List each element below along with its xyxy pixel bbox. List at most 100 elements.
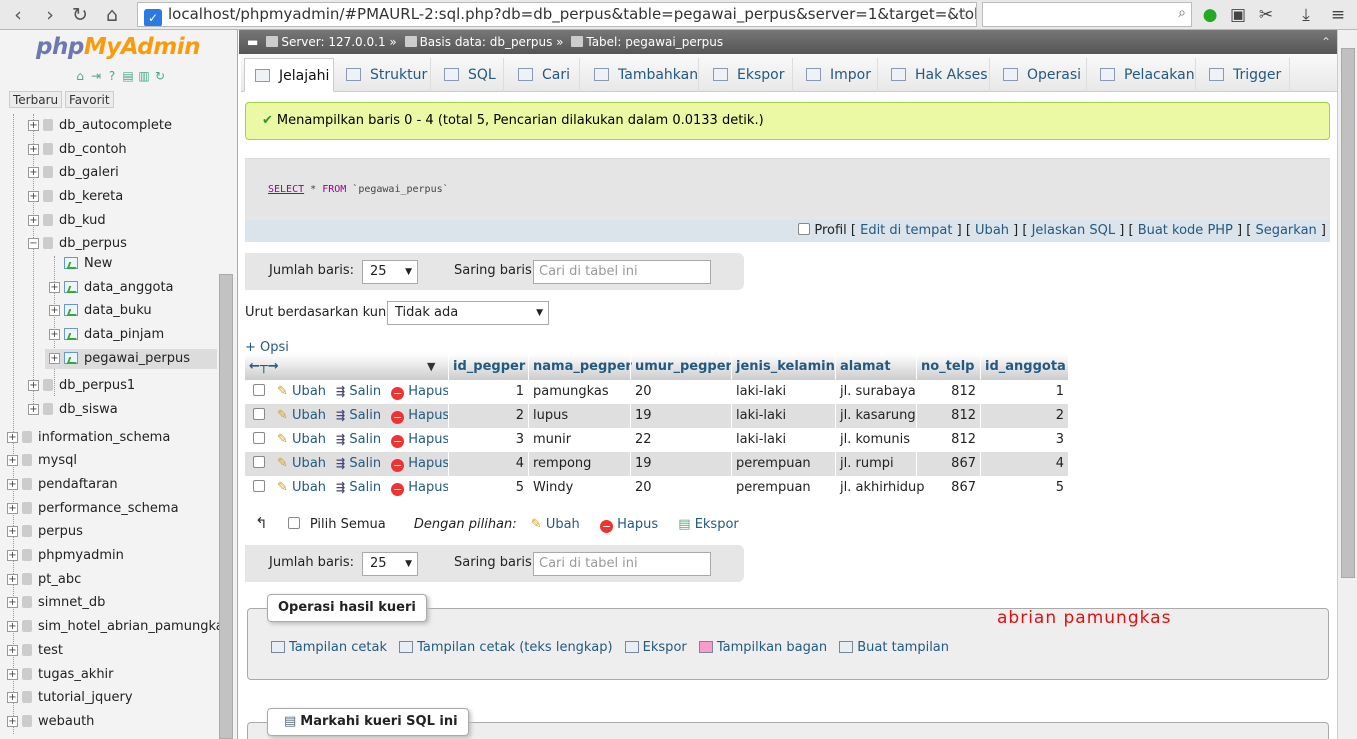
refresh-link[interactable]: Segarkan (1255, 223, 1316, 238)
download-icon[interactable]: ⤓ (1294, 3, 1318, 27)
db-item[interactable]: + mysql (7, 451, 77, 471)
sort-key-select[interactable]: Tidak ada (387, 301, 549, 325)
table-cell[interactable]: rempong (528, 452, 630, 476)
sidebar-scrollbar[interactable] (219, 274, 233, 739)
db-item[interactable]: + phpmyadmin (7, 546, 124, 566)
rows-per-page-select[interactable]: 25 (362, 552, 418, 576)
table-cell[interactable]: munir (528, 428, 630, 452)
row-copy-button[interactable]: ⇶ Salin (336, 456, 381, 471)
scrollbar-thumb[interactable] (1341, 48, 1355, 578)
db-item[interactable]: + tugas_akhir (7, 665, 114, 685)
extension-icon[interactable]: ▣ (1226, 3, 1250, 27)
row-edit-button[interactable]: ✎ Ubah (277, 456, 326, 471)
row-edit-button[interactable]: ✎ Ubah (277, 480, 326, 495)
tab-triggers[interactable]: Trigger (1199, 58, 1290, 92)
row-copy-button[interactable]: ⇶ Salin (336, 408, 381, 423)
filter-rows-input[interactable]: Cari di tabel ini (533, 552, 711, 576)
tab-import[interactable]: Impor (796, 58, 878, 92)
db-item[interactable]: + test (7, 641, 63, 661)
table-item[interactable]: + data_buku (49, 301, 152, 321)
row-checkbox[interactable] (253, 384, 265, 396)
table-cell[interactable]: jl. akhirhidup (835, 476, 925, 500)
row-delete-button[interactable]: − Hapus (391, 480, 449, 496)
table-cell[interactable]: perempuan (731, 452, 835, 476)
column-header[interactable]: no_telp (916, 354, 980, 380)
db-item[interactable]: + pendaftaran (7, 475, 118, 495)
tab-sql[interactable]: SQL (434, 58, 504, 92)
bookmark-star-icon[interactable]: ⟨ ☆ (948, 3, 970, 26)
row-edit-button[interactable]: ✎ Ubah (277, 408, 326, 423)
forward-icon[interactable]: › (38, 3, 62, 27)
table-cell[interactable]: jl. kasarung (835, 404, 916, 428)
row-copy-button[interactable]: ⇶ Salin (336, 480, 381, 495)
back-icon[interactable]: ‹ (6, 3, 30, 27)
logout-icon[interactable]: ⇥ (88, 68, 104, 84)
column-header[interactable]: id_anggota (980, 354, 1068, 380)
table-cell[interactable]: Windy (528, 476, 630, 500)
export-link[interactable]: Ekspor (624, 640, 687, 655)
row-checkbox[interactable] (253, 432, 265, 444)
create-view-link[interactable]: Buat tampilan (839, 640, 949, 655)
crumb-server[interactable]: Server: 127.0.0.1 » (281, 35, 396, 49)
tab-export[interactable]: Ekspor (703, 58, 793, 92)
display-chart-link[interactable]: Tampilkan bagan (698, 640, 827, 655)
table-cell[interactable]: laki-laki (731, 380, 835, 404)
tab-structure[interactable]: Struktur (336, 58, 431, 92)
column-header[interactable]: nama_pegper (528, 354, 632, 380)
table-cell[interactable]: jl. rumpi (835, 452, 916, 476)
crumb-db[interactable]: Basis data: db_perpus » (420, 35, 564, 49)
table-cell[interactable]: 3 (448, 428, 528, 452)
tab-favorites[interactable]: Favorit (65, 91, 114, 108)
scissors-icon[interactable]: ✂ (1254, 3, 1278, 27)
check-all-checkbox[interactable] (287, 517, 300, 529)
row-delete-button[interactable]: − Hapus (391, 432, 449, 448)
tab-recent[interactable]: Terbaru (9, 91, 63, 108)
tab-search[interactable]: Cari (508, 58, 580, 92)
db-item[interactable]: + db_autocomplete (28, 116, 172, 136)
db-item[interactable]: + pt_abc (7, 570, 81, 590)
db-item[interactable]: + db_siswa (28, 400, 118, 420)
table-cell[interactable]: 867 (916, 476, 980, 500)
row-delete-button[interactable]: − Hapus (391, 456, 449, 472)
table-cell[interactable]: lupus (528, 404, 630, 428)
tab-tracking[interactable]: Pelacakan (1090, 58, 1196, 92)
edit-inline-link[interactable]: Edit di tempat (860, 223, 952, 238)
table-item[interactable]: + data_anggota (49, 278, 174, 298)
db-item[interactable]: + db_galeri (28, 163, 119, 183)
db-item[interactable]: + db_contoh (28, 140, 127, 160)
rows-per-page-select[interactable]: 25 (362, 260, 418, 284)
db-item[interactable]: + information_schema (7, 428, 170, 448)
docs-icon[interactable]: ▤ (120, 68, 136, 84)
main-scrollbar[interactable] (1337, 30, 1357, 739)
create-php-link[interactable]: Buat kode PHP (1138, 223, 1233, 238)
table-cell[interactable]: 4 (448, 452, 528, 476)
crumb-table[interactable]: Tabel: pegawai_perpus (586, 35, 723, 49)
table-cell[interactable]: 5 (448, 476, 528, 500)
db-item[interactable]: + sim_hotel_abrian_pamungkas (7, 617, 230, 637)
tab-insert[interactable]: Tambahkan (584, 58, 699, 92)
column-header[interactable]: umur_pegper (630, 354, 732, 380)
tab-operations[interactable]: Operasi (993, 58, 1087, 92)
table-cell[interactable]: 1 (980, 380, 1068, 404)
row-checkbox[interactable] (253, 408, 265, 420)
delete-selected-button[interactable]: − Hapus (599, 517, 658, 533)
row-checkbox[interactable] (253, 480, 265, 492)
table-item[interactable]: + data_pinjam (49, 325, 164, 345)
address-bar[interactable]: ✓ localhost/phpmyadmin/#PMAURL-2:sql.php?… (137, 2, 977, 27)
table-cell[interactable]: 5 (980, 476, 1068, 500)
explain-sql-link[interactable]: Jelaskan SQL (1032, 223, 1116, 238)
tab-browse[interactable]: Jelajahi (244, 58, 334, 92)
edit-selected-button[interactable]: ✎ Ubah (531, 517, 580, 532)
site-info-icon[interactable]: ✓ (144, 9, 162, 26)
filter-rows-input[interactable]: Cari di tabel ini (533, 260, 711, 284)
column-header[interactable]: id_pegper (448, 354, 528, 380)
table-cell[interactable]: 1 (448, 380, 528, 404)
table-cell[interactable]: 2 (980, 404, 1068, 428)
home-icon[interactable]: ⌂ (72, 68, 88, 84)
row-edit-button[interactable]: ✎ Ubah (277, 384, 326, 399)
table-cell[interactable]: laki-laki (731, 428, 835, 452)
settings-icon[interactable]: ▥ (136, 68, 152, 84)
db-item[interactable]: + db_perpus1 (28, 376, 135, 396)
table-item-selected[interactable]: + pegawai_perpus (45, 349, 217, 369)
home-icon[interactable]: ⌂ (100, 3, 124, 27)
